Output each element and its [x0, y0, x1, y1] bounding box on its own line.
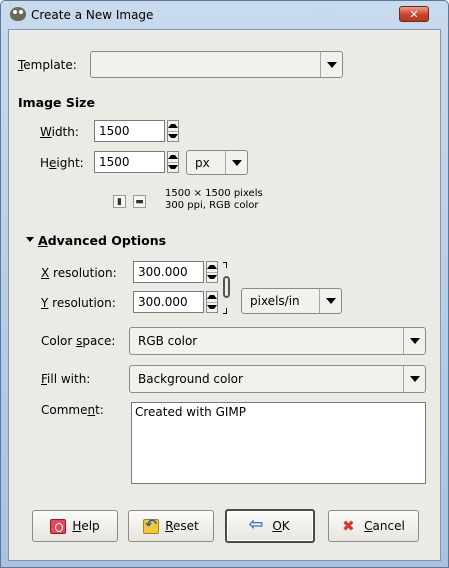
reset-icon [143, 517, 160, 534]
cancel-button-label: Cancel [364, 519, 405, 533]
resolution-unit-combo[interactable]: pixels/in [241, 288, 342, 314]
title-bar[interactable]: Create a New Image solvetic .com ✕ [1, 1, 448, 68]
reset-button-label: Reset [165, 519, 199, 533]
x-resolution-spinner[interactable] [206, 261, 218, 283]
size-info-pixels: 1500 × 1500 pixels [165, 188, 263, 199]
help-button-label: Help [72, 519, 100, 533]
y-resolution-spinner[interactable] [206, 291, 218, 313]
size-unit-combo[interactable]: px [186, 150, 248, 175]
landscape-icon[interactable]: ▬ [133, 195, 146, 208]
ok-button[interactable]: OK [225, 509, 315, 543]
fill-with-value: Background color [138, 372, 243, 386]
color-space-value: RGB color [138, 334, 198, 348]
close-button[interactable]: ✕ [399, 6, 429, 22]
advanced-options-heading[interactable]: Advanced Options [38, 233, 166, 248]
gimp-app-icon [10, 7, 26, 21]
spin-up-icon[interactable] [168, 121, 178, 131]
resolution-unit-value: pixels/in [250, 294, 300, 308]
template-combo[interactable] [90, 51, 343, 78]
width-input[interactable]: 1500 [94, 120, 165, 142]
comment-textarea[interactable]: Created with GIMP [131, 402, 426, 484]
chevron-down-icon[interactable] [403, 328, 425, 354]
ok-arrow-icon [248, 514, 266, 535]
dialog-content: Template: Image Size Width: 1500 Height:… [8, 29, 441, 561]
spin-down-icon[interactable] [207, 301, 217, 313]
x-resolution-label: X resolution: [41, 266, 117, 280]
spin-up-icon[interactable] [168, 152, 178, 162]
x-resolution-input[interactable]: 300.000 [133, 261, 204, 283]
help-lifebuoy-icon [50, 518, 67, 534]
reset-button[interactable]: Reset [128, 510, 214, 542]
width-label: Width: [40, 125, 79, 139]
spin-up-icon[interactable] [207, 292, 217, 302]
dialog-window: Create a New Image solvetic .com ✕ Templ… [0, 0, 449, 568]
comment-label: Comment: [41, 403, 104, 417]
chevron-down-icon[interactable] [225, 151, 247, 174]
chain-link-icon[interactable] [223, 262, 233, 314]
image-size-heading: Image Size [18, 95, 95, 110]
height-label: Height: [40, 156, 84, 170]
y-resolution-label: Y resolution: [41, 296, 116, 310]
chevron-down-icon[interactable] [319, 289, 341, 313]
ok-button-label: OK [272, 519, 290, 533]
height-spinner[interactable] [167, 151, 179, 173]
fill-with-combo[interactable]: Background color [129, 365, 426, 393]
spin-up-icon[interactable] [207, 262, 217, 272]
help-button[interactable]: Help [32, 510, 118, 542]
cancel-button[interactable]: Cancel [328, 510, 419, 542]
height-input[interactable]: 1500 [94, 151, 165, 173]
chevron-down-icon[interactable] [320, 52, 342, 77]
size-info: 1500 × 1500 pixels 300 ppi, RGB color [165, 188, 263, 212]
window-title: Create a New Image [31, 8, 154, 22]
fill-with-label: Fill with: [41, 372, 91, 386]
spin-down-icon[interactable] [168, 130, 178, 142]
y-resolution-input[interactable]: 300.000 [133, 291, 204, 313]
color-space-combo[interactable]: RGB color [129, 327, 426, 355]
chevron-down-icon[interactable] [403, 366, 425, 392]
size-info-ppi: 300 ppi, RGB color [165, 200, 259, 211]
color-space-label: Color space: [41, 334, 116, 348]
template-label: Template: [18, 58, 77, 72]
portrait-icon[interactable]: ▮ [113, 195, 126, 208]
width-spinner[interactable] [167, 120, 179, 142]
spin-down-icon[interactable] [168, 161, 178, 173]
spin-down-icon[interactable] [207, 271, 217, 283]
cancel-x-icon [342, 517, 358, 535]
size-unit-value: px [195, 155, 210, 170]
expander-arrow-icon[interactable] [26, 237, 34, 242]
